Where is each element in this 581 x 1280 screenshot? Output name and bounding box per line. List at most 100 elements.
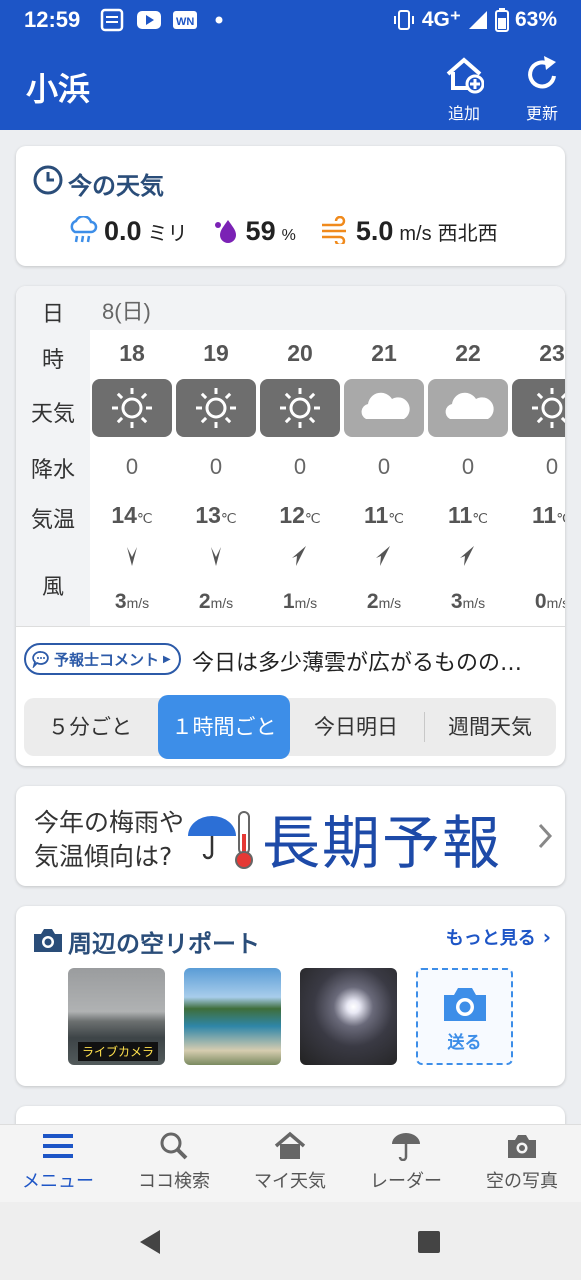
add-label: 追加: [447, 104, 480, 123]
status-bar: 12:59 WN 4G⁺ 63%: [0, 0, 581, 42]
wind-unit: m/s: [399, 223, 432, 245]
svg-text:WN: WN: [176, 16, 194, 28]
temp-cell: 11℃: [363, 502, 405, 528]
nav-menu-label: メニュー: [22, 1171, 94, 1192]
label-hour: 時: [41, 348, 64, 373]
wind-arrow-icon: [460, 546, 474, 566]
back-icon[interactable]: [138, 1228, 162, 1256]
label-weather: 天気: [30, 402, 75, 427]
wind-icon: [321, 216, 346, 244]
photo-live-camera[interactable]: ライブカメラ: [68, 968, 165, 1065]
weather-cell: [260, 379, 340, 437]
app-bar: 小浜 追加 更新: [0, 42, 581, 130]
battery-level: 63%: [514, 7, 557, 31]
label-temp: 気温: [30, 508, 75, 533]
wind-value: 5.0: [355, 216, 394, 246]
thermometer-icon: [235, 811, 253, 869]
label-wind: 風: [41, 575, 64, 600]
nav-menu[interactable]: メニュー: [0, 1131, 116, 1193]
nav-search[interactable]: ココ検索: [116, 1131, 232, 1193]
precip-cell: 0: [545, 454, 559, 479]
refresh-button[interactable]: 更新: [512, 54, 572, 124]
radar-umbrella-icon: [392, 1133, 420, 1162]
current-weather-card[interactable]: 今の天気 0.0 ミリ 59 % 5.0 m/s 西北西: [16, 146, 565, 266]
chevron-right-icon: ›: [535, 925, 551, 949]
weather-cell: [344, 379, 424, 437]
hour-column: 23 0 11℃ 0m/s: [510, 330, 565, 626]
hour-label: 23: [539, 340, 565, 366]
sky-report-card: 周辺の空リポート もっと見る › ライブカメラ 送る: [16, 906, 565, 1086]
wind-speed-cell: 2m/s: [366, 590, 402, 613]
precip-cell: 0: [377, 454, 391, 479]
current-weather-title: 今の天気: [68, 172, 164, 200]
weather-cell: [92, 379, 172, 437]
live-camera-tag: ライブカメラ: [78, 1042, 159, 1061]
send-label: 送る: [447, 1033, 482, 1053]
long-range-banner[interactable]: 今年の梅雨や 気温傾向は? 長期予報: [16, 786, 565, 886]
recents-icon[interactable]: [417, 1230, 441, 1254]
label-day: 日: [41, 302, 64, 327]
banner-headline: 長期予報: [262, 809, 503, 877]
label-precip: 降水: [30, 458, 75, 483]
date-label: 8(日): [102, 299, 151, 324]
bottom-navigation: メニュー ココ検索 マイ天気 レーダー 空の写真: [0, 1124, 581, 1202]
tab-today-tomorrow[interactable]: 今日明日: [290, 698, 422, 756]
nav-sky-photos[interactable]: 空の写真: [464, 1131, 580, 1193]
location-title: 小浜: [26, 70, 91, 108]
nav-my-weather[interactable]: マイ天気: [232, 1131, 348, 1193]
photo-beach[interactable]: [184, 968, 281, 1065]
precip-cell: 0: [293, 454, 307, 479]
sun-icon: [532, 388, 565, 428]
cloud-icon: [445, 392, 494, 419]
wind-speed-cell: 1m/s: [282, 590, 318, 613]
tab-weekly[interactable]: 週間天気: [424, 698, 556, 756]
hour-column: 18 0 14℃ 3m/s: [90, 330, 174, 626]
hour-column: 21 0 11℃ 2m/s: [342, 330, 426, 626]
hour-column: 22 0 11℃ 3m/s: [426, 330, 510, 626]
date-header: 8(日): [90, 286, 565, 330]
temp-cell: 11℃: [447, 502, 489, 528]
refresh-label: 更新: [525, 104, 558, 123]
cloud-icon: [361, 392, 410, 419]
nav-radar[interactable]: レーダー: [348, 1131, 464, 1193]
system-navigation-bar: [0, 1202, 581, 1280]
precip-value: 0.0: [104, 216, 142, 246]
vibrate-icon: [393, 9, 414, 30]
wind-speed-cell: 3m/s: [114, 590, 150, 613]
comment-badge-label: 予報士コメント: [54, 650, 160, 669]
precip-unit: ミリ: [147, 223, 188, 245]
nav-search-label: ココ検索: [138, 1171, 210, 1192]
send-photo-button[interactable]: 送る: [416, 968, 513, 1065]
forecast-tabs: ５分ごと １時間ごと 今日明日 週間天気: [24, 695, 556, 759]
tab-hourly[interactable]: １時間ごと: [158, 695, 290, 759]
weather-cell: [176, 379, 256, 437]
triangle-right-icon: ▶: [163, 653, 171, 665]
photo-sun-halo[interactable]: [300, 968, 397, 1065]
wind-direction: 西北西: [437, 223, 498, 245]
hour-label: 21: [371, 340, 397, 366]
temp-cell: 14℃: [111, 502, 153, 528]
dot-icon: [215, 16, 223, 24]
nav-sky-photos-label: 空の写真: [486, 1171, 558, 1192]
humidity-value: 59: [245, 216, 276, 246]
precip-cell: 0: [461, 454, 475, 479]
speech-bubble-icon: [32, 651, 49, 668]
forecaster-comment[interactable]: 予報士コメント ▶ 今日は多少薄雲が広がるものの…: [16, 626, 565, 688]
menu-icon: [43, 1134, 73, 1158]
wind-speed-cell: 2m/s: [198, 590, 234, 613]
wind-speed-cell: 3m/s: [450, 590, 486, 613]
weathernews-icon: WN: [173, 11, 197, 29]
see-more-link[interactable]: もっと見る ›: [446, 924, 551, 950]
tab-5min[interactable]: ５分ごと: [24, 698, 156, 756]
youtube-icon: [137, 11, 161, 29]
hour-label: 19: [203, 340, 229, 366]
search-icon: [160, 1132, 188, 1160]
refresh-icon: [528, 56, 556, 89]
forecaster-comment-badge[interactable]: 予報士コメント ▶: [24, 643, 181, 675]
sun-icon: [196, 388, 236, 428]
temp-cell: 12℃: [279, 502, 321, 528]
camera-icon: [443, 988, 486, 1021]
battery-icon: [494, 7, 509, 32]
add-button[interactable]: 追加: [434, 54, 494, 124]
banner-line2: 気温傾向は?: [34, 842, 173, 871]
